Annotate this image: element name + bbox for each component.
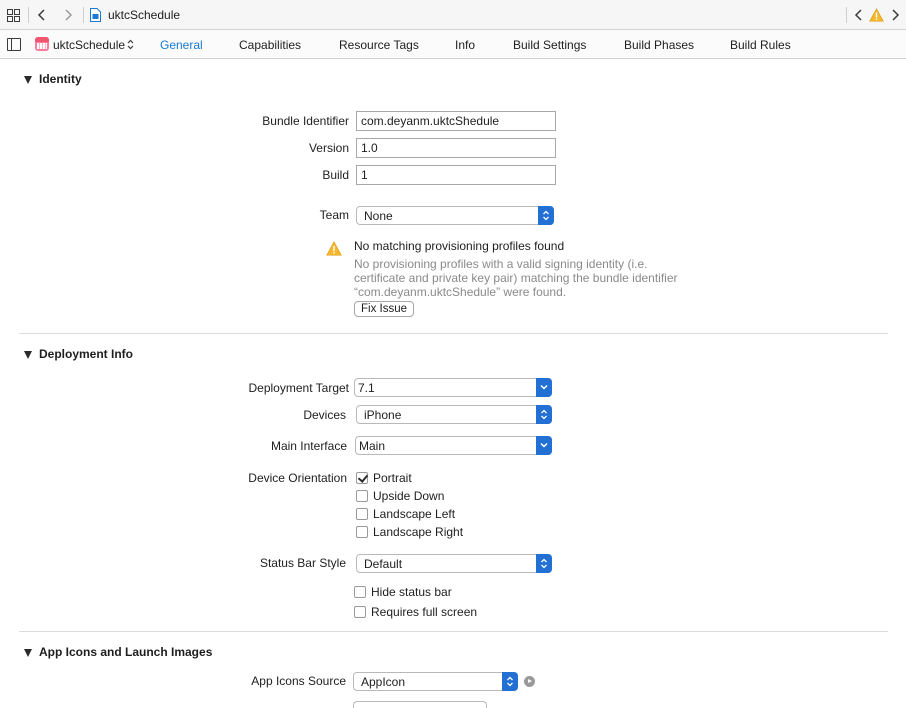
main-interface-label: Main Interface	[270, 439, 347, 453]
app-icons-source-popup[interactable]: AppIcon	[353, 672, 518, 691]
updown-chevron-icon[interactable]	[127, 39, 134, 50]
deployment-section-header[interactable]: Deployment Info	[24, 347, 133, 361]
jumpbar-divider	[28, 7, 29, 23]
app-icons-section-header[interactable]: App Icons and Launch Images	[24, 645, 212, 659]
provisioning-warning-description: No provisioning profiles with a valid si…	[354, 257, 678, 299]
hide-status-bar-label: Hide status bar	[371, 585, 452, 599]
back-icon[interactable]	[36, 8, 48, 22]
app-icons-source-value: AppIcon	[361, 675, 406, 689]
tab-general[interactable]: General	[160, 38, 203, 52]
warning-icon[interactable]	[869, 8, 884, 22]
status-bar-style-value: Default	[364, 557, 403, 571]
orientation-landscape-left-label: Landscape Left	[373, 507, 456, 521]
updown-chevron-icon[interactable]	[536, 405, 552, 424]
chevron-down-icon[interactable]	[536, 378, 552, 397]
forward-icon[interactable]	[62, 8, 74, 22]
target-selector[interactable]: uktcSchedule	[53, 38, 125, 52]
go-arrow-icon[interactable]	[524, 676, 535, 687]
team-popup-value: None	[364, 209, 393, 223]
provisioning-warning-title: No matching provisioning profiles found	[354, 239, 565, 253]
tab-build-rules[interactable]: Build Rules	[730, 38, 791, 52]
checkbox[interactable]	[356, 472, 368, 484]
main-interface-combo[interactable]: Main	[355, 436, 552, 455]
updown-chevron-icon[interactable]	[538, 206, 554, 225]
checkbox[interactable]	[356, 508, 368, 520]
tab-build-settings[interactable]: Build Settings	[513, 38, 586, 52]
team-popup[interactable]: None	[356, 206, 554, 225]
deployment-target-label: Deployment Target	[248, 381, 350, 395]
jump-bar: uktcSchedule	[0, 0, 906, 30]
editor-tab-bar: uktcSchedule General Capabilities Resour…	[0, 30, 906, 59]
disclosure-triangle-icon[interactable]	[24, 649, 32, 657]
updown-chevron-icon[interactable]	[536, 554, 552, 573]
version-label: Version	[308, 141, 349, 155]
version-field[interactable]: 1.0	[356, 138, 556, 158]
fix-issue-button[interactable]: Fix Issue	[354, 301, 414, 317]
team-label: Team	[319, 208, 349, 222]
disclosure-triangle-icon[interactable]	[24, 76, 32, 84]
tab-resource-tags[interactable]: Resource Tags	[339, 38, 419, 52]
devices-popup-value: iPhone	[364, 408, 402, 422]
section-divider	[19, 631, 888, 632]
left-chevron-icon[interactable]	[853, 8, 865, 22]
disclosure-triangle-icon[interactable]	[24, 351, 32, 359]
deployment-target-value: 7.1	[358, 381, 375, 395]
right-chevron-icon[interactable]	[889, 8, 901, 22]
file-icon	[90, 8, 101, 22]
orientation-upside-down-label: Upside Down	[373, 489, 445, 503]
checkbox[interactable]	[354, 606, 366, 618]
updown-chevron-icon[interactable]	[502, 672, 518, 691]
jumpbar-title[interactable]: uktcSchedule	[108, 8, 180, 22]
hide-status-bar-checkbox[interactable]: Hide status bar	[354, 585, 452, 599]
requires-full-screen-label: Requires full screen	[371, 605, 478, 619]
identity-section-header[interactable]: Identity	[24, 72, 82, 86]
sidebar-toggle-icon[interactable]	[7, 38, 21, 51]
deployment-target-combo[interactable]: 7.1	[354, 378, 552, 397]
status-bar-style-label: Status Bar Style	[259, 556, 346, 570]
launch-images-source-popup[interactable]	[353, 701, 487, 708]
checkbox[interactable]	[356, 526, 368, 538]
app-icons-source-label: App Icons Source	[251, 674, 346, 688]
requires-full-screen-checkbox[interactable]: Requires full screen	[354, 605, 477, 619]
orientation-landscape-left-checkbox[interactable]: Landscape Left	[356, 507, 455, 521]
deployment-header-label: Deployment Info	[39, 347, 134, 361]
orientation-portrait-checkbox[interactable]: Portrait	[356, 471, 412, 485]
main-interface-value: Main	[359, 439, 386, 453]
orientation-landscape-right-checkbox[interactable]: Landscape Right	[356, 525, 463, 539]
bundle-identifier-label: Bundle Identifier	[262, 114, 349, 128]
device-orientation-label: Device Orientation	[248, 471, 347, 485]
tab-build-phases[interactable]: Build Phases	[624, 38, 694, 52]
tab-info[interactable]: Info	[455, 38, 475, 52]
section-divider	[19, 333, 888, 334]
chevron-down-icon[interactable]	[536, 436, 552, 455]
jumpbar-divider	[846, 7, 847, 23]
identity-header-label: Identity	[39, 72, 82, 86]
orientation-upside-down-checkbox[interactable]: Upside Down	[356, 489, 444, 503]
orientation-portrait-label: Portrait	[373, 471, 412, 485]
calendar-app-icon	[35, 37, 49, 51]
warning-icon	[326, 241, 342, 256]
devices-label: Devices	[303, 408, 346, 422]
build-field[interactable]: 1	[356, 165, 556, 185]
bundle-identifier-field[interactable]: com.deyanm.uktcShedule	[356, 111, 556, 131]
orientation-landscape-right-label: Landscape Right	[373, 525, 464, 539]
app-icons-header-label: App Icons and Launch Images	[39, 645, 213, 659]
jumpbar-divider	[83, 7, 84, 23]
tab-capabilities[interactable]: Capabilities	[239, 38, 301, 52]
checkbox[interactable]	[356, 490, 368, 502]
status-bar-style-popup[interactable]: Default	[356, 554, 552, 573]
grid-icon[interactable]	[7, 9, 20, 22]
build-label: Build	[322, 168, 349, 182]
checkbox[interactable]	[354, 586, 366, 598]
devices-popup[interactable]: iPhone	[356, 405, 552, 424]
